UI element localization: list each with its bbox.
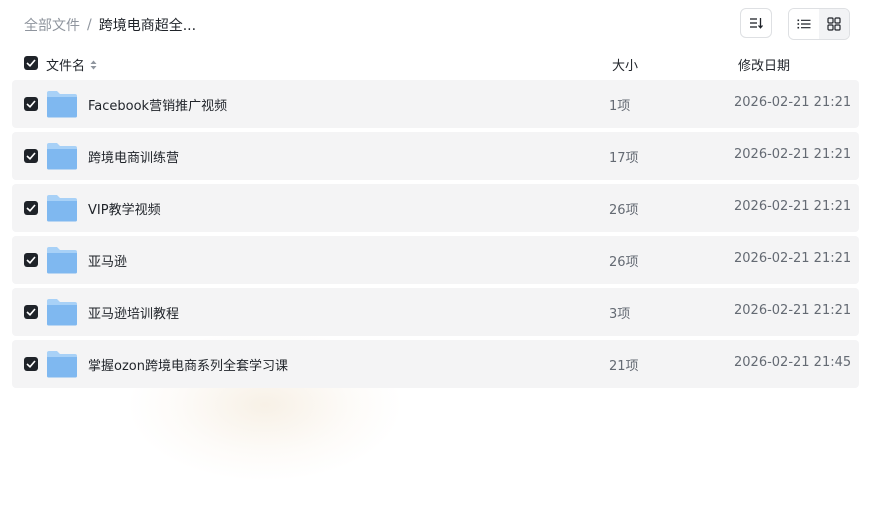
- date-column-header[interactable]: 修改日期: [738, 55, 790, 74]
- file-date: 2026-02-21 21:21: [734, 199, 852, 214]
- row-checkbox[interactable]: [24, 305, 38, 319]
- size-column-header[interactable]: 大小: [612, 55, 638, 74]
- file-row[interactable]: 跨境电商训练营 17项 2026-02-21 21:21: [12, 132, 859, 180]
- file-name: 亚马逊: [88, 255, 128, 270]
- folder-icon: [47, 299, 77, 326]
- file-date: 2026-02-21 21:21: [734, 251, 852, 266]
- row-checkbox[interactable]: [24, 201, 38, 215]
- folder-icon: [47, 143, 77, 170]
- sort-caret-icon: [90, 60, 97, 69]
- row-checkbox[interactable]: [24, 149, 38, 163]
- name-column-header[interactable]: 文件名: [46, 55, 97, 74]
- file-size: 3项: [609, 307, 631, 322]
- checkmark-icon: [26, 152, 36, 160]
- sort-desc-icon: [750, 18, 763, 29]
- checkmark-icon: [26, 59, 36, 67]
- file-name: Facebook营销推广视频: [88, 99, 228, 114]
- list-view-button[interactable]: [789, 9, 819, 39]
- file-name: 亚马逊培训教程: [88, 307, 180, 322]
- view-toggle: [788, 8, 850, 40]
- file-date: 2026-02-21 21:21: [734, 95, 852, 110]
- list-view-icon: [797, 19, 811, 29]
- breadcrumb: 全部文件 / 跨境电商超全...: [24, 15, 196, 35]
- breadcrumb-current: 跨境电商超全...: [98, 18, 197, 34]
- file-row[interactable]: Facebook营销推广视频 1项 2026-02-21 21:21: [12, 80, 859, 128]
- file-row[interactable]: 亚马逊培训教程 3项 2026-02-21 21:21: [12, 288, 859, 336]
- checkmark-icon: [26, 308, 36, 316]
- file-size: 21项: [609, 359, 639, 374]
- select-all-checkbox[interactable]: [24, 56, 38, 70]
- file-name: VIP教学视频: [88, 203, 161, 218]
- file-date: 2026-02-21 21:45: [734, 355, 852, 370]
- file-size: 1项: [609, 99, 631, 114]
- file-date: 2026-02-21 21:21: [734, 303, 852, 318]
- checkmark-icon: [26, 256, 36, 264]
- table-header: 文件名 大小 修改日期: [0, 52, 874, 76]
- file-row[interactable]: 亚马逊 26项 2026-02-21 21:21: [12, 236, 859, 284]
- name-column-label: 文件名: [46, 59, 86, 74]
- folder-icon: [47, 247, 77, 274]
- file-size: 26项: [609, 203, 639, 218]
- row-checkbox[interactable]: [24, 97, 38, 111]
- breadcrumb-separator: /: [87, 17, 92, 33]
- file-row[interactable]: VIP教学视频 26项 2026-02-21 21:21: [12, 184, 859, 232]
- checkmark-icon: [26, 360, 36, 368]
- file-list: Facebook营销推广视频 1项 2026-02-21 21:21 跨境电商训…: [12, 80, 859, 392]
- checkmark-icon: [26, 100, 36, 108]
- sort-button[interactable]: [740, 8, 772, 38]
- checkmark-icon: [26, 204, 36, 212]
- file-name: 掌握ozon跨境电商系列全套学习课: [88, 359, 288, 374]
- grid-view-icon: [827, 17, 841, 31]
- folder-icon: [47, 195, 77, 222]
- grid-view-button[interactable]: [819, 9, 849, 39]
- folder-icon: [47, 91, 77, 118]
- file-size: 17项: [609, 151, 639, 166]
- breadcrumb-root[interactable]: 全部文件: [24, 15, 80, 35]
- row-checkbox[interactable]: [24, 357, 38, 371]
- file-size: 26项: [609, 255, 639, 270]
- row-checkbox[interactable]: [24, 253, 38, 267]
- folder-icon: [47, 351, 77, 378]
- file-name: 跨境电商训练营: [88, 151, 180, 166]
- file-date: 2026-02-21 21:21: [734, 147, 852, 162]
- top-bar: 全部文件 / 跨境电商超全...: [0, 0, 874, 50]
- file-row[interactable]: 掌握ozon跨境电商系列全套学习课 21项 2026-02-21 21:45: [12, 340, 859, 388]
